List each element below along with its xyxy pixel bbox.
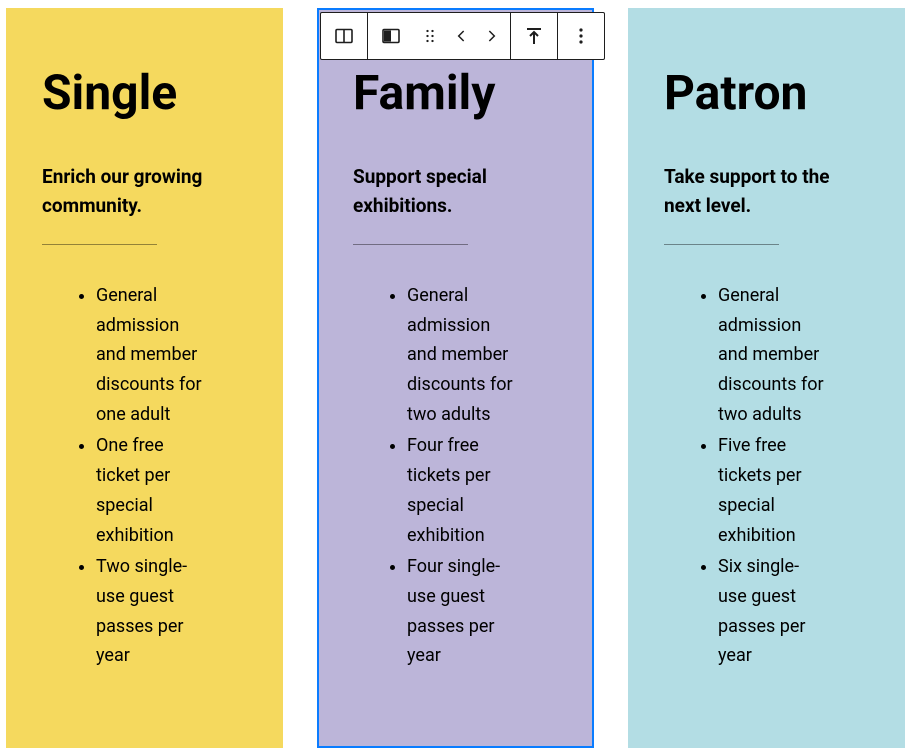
columns-block: Single Enrich our growing community. Gen… [6, 8, 905, 748]
column-icon [379, 24, 403, 48]
block-type-column-button[interactable] [368, 13, 414, 59]
options-button[interactable] [558, 13, 604, 59]
column-subtitle: Support special exhibitions. [353, 163, 558, 220]
list-item: Five free tickets per special exhibition [718, 431, 869, 550]
toolbar-group-options [558, 13, 604, 59]
list-item: Four free tickets per special exhibition [407, 431, 558, 550]
more-vertical-icon [569, 24, 593, 48]
list-item: General admission and member discounts f… [718, 281, 869, 429]
separator [42, 244, 157, 245]
list-item: Two single-use guest passes per year [96, 552, 247, 671]
feature-list: General admission and member discounts f… [353, 281, 558, 671]
vertical-align-button[interactable] [511, 13, 557, 59]
drag-handle[interactable] [414, 13, 446, 59]
column-family[interactable]: Family Support special exhibitions. Gene… [317, 8, 594, 748]
columns-icon [332, 24, 356, 48]
move-left-button[interactable] [446, 13, 478, 59]
column-single[interactable]: Single Enrich our growing community. Gen… [6, 8, 283, 748]
feature-list: General admission and member discounts f… [42, 281, 247, 671]
select-parent-columns-button[interactable] [321, 13, 367, 59]
block-toolbar [320, 12, 605, 60]
column-title: Patron [664, 64, 869, 121]
column-title: Family [353, 64, 558, 121]
column-subtitle: Enrich our growing community. [42, 163, 247, 220]
vertical-align-top-icon [522, 24, 546, 48]
toolbar-group-block [368, 13, 511, 59]
toolbar-group-parent [321, 13, 368, 59]
drag-handle-icon [420, 26, 440, 46]
list-item: One free ticket per special exhibition [96, 431, 247, 550]
feature-list: General admission and member discounts f… [664, 281, 869, 671]
column-patron[interactable]: Patron Take support to the next level. G… [628, 8, 905, 748]
move-right-button[interactable] [478, 13, 510, 59]
list-item: General admission and member discounts f… [407, 281, 558, 429]
column-subtitle: Take support to the next level. [664, 163, 869, 220]
toolbar-group-align [511, 13, 558, 59]
separator [353, 244, 468, 245]
chevron-left-icon [452, 26, 472, 46]
list-item: Six single-use guest passes per year [718, 552, 869, 671]
separator [664, 244, 779, 245]
list-item: General admission and member discounts f… [96, 281, 247, 429]
chevron-right-icon [481, 26, 501, 46]
column-title: Single [42, 64, 247, 121]
list-item: Four single-use guest passes per year [407, 552, 558, 671]
